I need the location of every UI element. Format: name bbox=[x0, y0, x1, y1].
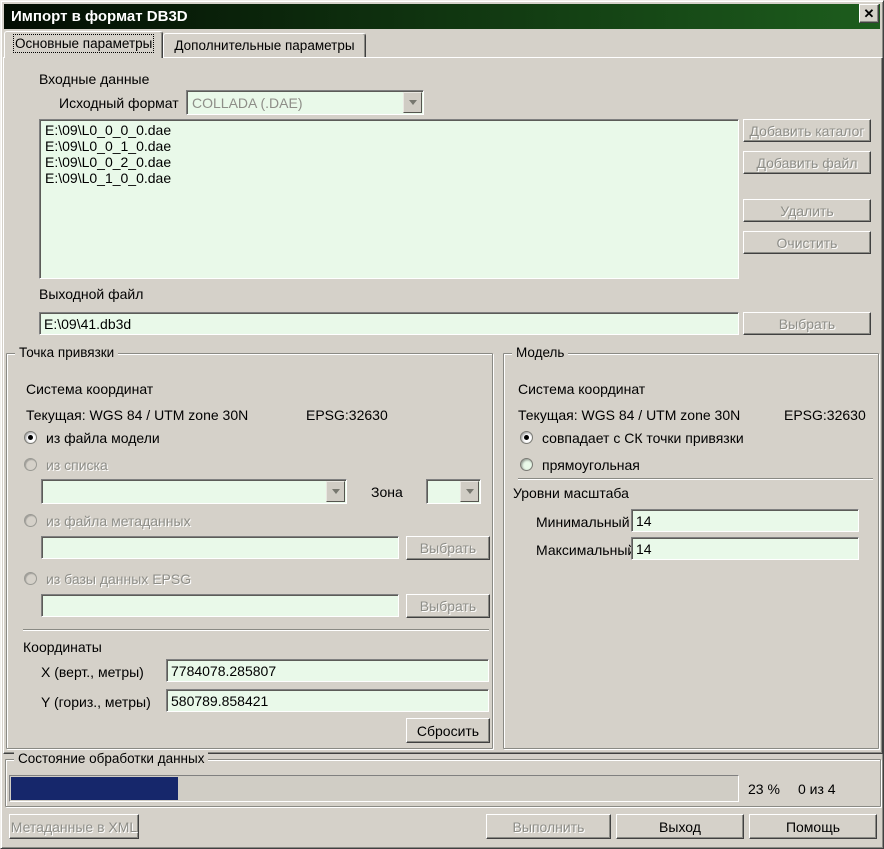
model-current-crs-label: Текущая: WGS 84 / UTM zone 30N bbox=[518, 407, 740, 423]
exit-button-label: Выход bbox=[659, 819, 701, 835]
zone-combobox[interactable] bbox=[426, 479, 481, 504]
progress-count: 0 из 4 bbox=[798, 781, 836, 797]
zone-label: Зона bbox=[371, 484, 403, 500]
coord-x-input[interactable] bbox=[166, 659, 489, 682]
crs-list-combobox[interactable] bbox=[41, 479, 347, 504]
file-list-item[interactable]: E:\09\L0_1_0_0.dae bbox=[42, 170, 736, 186]
anchor-coord-system-label: Система координат bbox=[26, 381, 153, 397]
remove-button[interactable]: Удалить bbox=[743, 199, 871, 222]
epsg-browse-button[interactable]: Выбрать bbox=[406, 594, 490, 618]
coord-x-label: X (верт., метры) bbox=[41, 664, 144, 680]
radio-from-list-label: из списка bbox=[46, 457, 108, 473]
output-file-input[interactable] bbox=[39, 312, 739, 335]
model-epsg-code: EPSG:32630 bbox=[784, 407, 866, 423]
output-file-label: Выходной файл bbox=[39, 286, 143, 302]
reset-button[interactable]: Сбросить bbox=[406, 718, 490, 743]
radio-from-epsg-db[interactable] bbox=[24, 572, 37, 585]
max-scale-input[interactable] bbox=[631, 537, 859, 560]
scale-levels-label: Уровни масштаба bbox=[513, 485, 629, 501]
coordinates-label: Координаты bbox=[23, 639, 102, 655]
add-file-button-label: Добавить файл bbox=[756, 155, 857, 171]
epsg-browse-label: Выбрать bbox=[420, 598, 476, 614]
radio-from-list[interactable] bbox=[24, 458, 37, 471]
progress-fill bbox=[11, 777, 178, 800]
remove-button-label: Удалить bbox=[780, 203, 833, 219]
chevron-down-icon bbox=[332, 489, 340, 494]
metadata-file-input[interactable] bbox=[41, 536, 399, 559]
crs-list-dropdown-button[interactable] bbox=[326, 481, 345, 502]
progress-group-title: Состояние обработки данных bbox=[14, 751, 208, 767]
help-button-label: Помощь bbox=[786, 819, 840, 835]
radio-from-metadata-file-label: из файла метаданных bbox=[46, 513, 191, 529]
progress-percent: 23 % bbox=[748, 781, 780, 797]
anchor-epsg-code: EPSG:32630 bbox=[306, 407, 388, 423]
progress-bar bbox=[9, 775, 739, 802]
title-bar[interactable]: Импорт в формат DB3D bbox=[4, 4, 880, 29]
dialog-window: Импорт в формат DB3D ✕ Основные параметр… bbox=[0, 0, 884, 849]
radio-same-as-anchor-label: совпадает с СК точки привязки bbox=[542, 430, 744, 446]
source-format-value: COLLADA (.DAE) bbox=[187, 95, 402, 111]
metadata-browse-label: Выбрать bbox=[420, 540, 476, 556]
file-list-item[interactable]: E:\09\L0_0_0_0.dae bbox=[42, 122, 736, 138]
close-icon: ✕ bbox=[864, 6, 875, 22]
anchor-separator bbox=[23, 629, 489, 631]
radio-from-model-file-label: из файла модели bbox=[46, 430, 160, 446]
tab-bar: Основные параметры Дополнительные параме… bbox=[4, 31, 366, 58]
epsg-db-input[interactable] bbox=[41, 594, 399, 617]
close-button[interactable]: ✕ bbox=[859, 4, 879, 23]
radio-rectangular-label: прямоугольная bbox=[542, 457, 640, 473]
metadata-xml-button-label: Метаданные в XML bbox=[11, 819, 137, 835]
metadata-xml-button[interactable]: Метаданные в XML bbox=[9, 814, 139, 839]
output-file-browse-label: Выбрать bbox=[779, 316, 835, 332]
tab-main-params[interactable]: Основные параметры bbox=[4, 31, 163, 58]
radio-from-model-file[interactable] bbox=[24, 431, 37, 444]
model-separator bbox=[518, 478, 873, 480]
file-list-item[interactable]: E:\09\L0_0_2_0.dae bbox=[42, 154, 736, 170]
run-button-label: Выполнить bbox=[513, 819, 585, 835]
source-format-combobox[interactable]: COLLADA (.DAE) bbox=[186, 90, 424, 115]
window-title: Импорт в формат DB3D bbox=[11, 8, 188, 25]
file-list-item[interactable]: E:\09\L0_0_1_0.dae bbox=[42, 138, 736, 154]
radio-same-as-anchor[interactable] bbox=[520, 431, 533, 444]
coord-y-input[interactable] bbox=[166, 689, 489, 712]
anchor-point-group-title: Точка привязки bbox=[15, 345, 118, 361]
min-scale-input[interactable] bbox=[631, 509, 859, 532]
help-button[interactable]: Помощь bbox=[749, 814, 877, 839]
anchor-current-crs-label: Текущая: WGS 84 / UTM zone 30N bbox=[26, 407, 248, 423]
metadata-browse-button[interactable]: Выбрать bbox=[406, 536, 490, 560]
chevron-down-icon bbox=[466, 489, 474, 494]
reset-button-label: Сбросить bbox=[417, 723, 479, 739]
add-file-button[interactable]: Добавить файл bbox=[743, 151, 871, 174]
min-scale-label: Минимальный bbox=[536, 514, 630, 530]
input-data-section-label: Входные данные bbox=[39, 71, 149, 87]
add-catalog-button-label: Добавить каталог bbox=[750, 123, 865, 139]
radio-rectangular[interactable] bbox=[520, 458, 533, 471]
add-catalog-button[interactable]: Добавить каталог bbox=[743, 119, 871, 142]
radio-from-epsg-db-label: из базы данных EPSG bbox=[46, 571, 191, 587]
input-files-listbox[interactable]: E:\09\L0_0_0_0.daeE:\09\L0_0_1_0.daeE:\0… bbox=[39, 119, 739, 279]
output-file-browse-button[interactable]: Выбрать bbox=[743, 312, 871, 335]
exit-button[interactable]: Выход bbox=[616, 814, 744, 839]
source-format-dropdown-button[interactable] bbox=[403, 92, 422, 113]
tab-additional-params-label: Дополнительные параметры bbox=[174, 38, 354, 53]
tab-main-params-label: Основные параметры bbox=[15, 36, 152, 51]
coord-y-label: Y (гориз., метры) bbox=[41, 694, 151, 710]
run-button[interactable]: Выполнить bbox=[486, 814, 611, 839]
tab-additional-params[interactable]: Дополнительные параметры bbox=[163, 33, 365, 57]
clear-button-label: Очистить bbox=[777, 235, 838, 251]
source-format-label: Исходный формат bbox=[59, 95, 179, 111]
model-group-title: Модель bbox=[512, 345, 568, 361]
chevron-down-icon bbox=[409, 100, 417, 105]
clear-button[interactable]: Очистить bbox=[743, 231, 871, 254]
model-coord-system-label: Система координат bbox=[518, 381, 645, 397]
max-scale-label: Максимальный bbox=[536, 542, 635, 558]
radio-from-metadata-file[interactable] bbox=[24, 514, 37, 527]
zone-dropdown-button[interactable] bbox=[460, 481, 479, 502]
